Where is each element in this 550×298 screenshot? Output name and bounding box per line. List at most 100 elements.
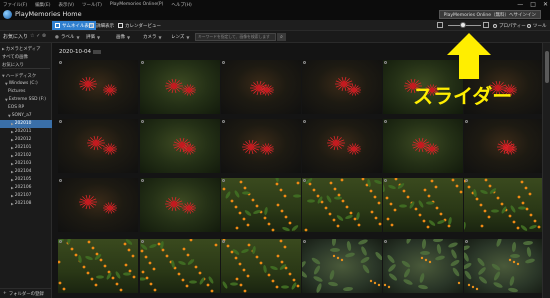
sidebar-item[interactable]: ▶ 202106: [0, 184, 52, 192]
sidebar-item[interactable]: ▶ 202011: [0, 128, 52, 136]
photo-thumbnail[interactable]: [140, 239, 220, 293]
expand-down-icon[interactable]: ▼: [8, 114, 11, 118]
large-thumbnail-icon[interactable]: [483, 22, 489, 28]
expand-right-icon[interactable]: ▶: [11, 146, 14, 150]
photo-thumbnail[interactable]: [221, 119, 301, 173]
select-checkbox[interactable]: [222, 179, 225, 182]
select-checkbox[interactable]: [465, 179, 468, 182]
sidebar-item[interactable]: ▶ 202012: [0, 136, 52, 144]
expand-down-icon[interactable]: ▼: [5, 82, 8, 86]
expand-right-icon[interactable]: ▶: [11, 178, 14, 182]
select-checkbox[interactable]: [303, 61, 306, 64]
sidebar-item[interactable]: ▼ SONY_a7: [0, 112, 52, 120]
expand-right-icon[interactable]: ▶: [11, 122, 14, 126]
minimize-icon[interactable]: —: [517, 1, 523, 8]
photo-thumbnail[interactable]: [302, 178, 382, 232]
expand-right-icon[interactable]: ▶: [11, 154, 14, 158]
expand-right-icon[interactable]: ▶: [11, 162, 14, 166]
sidebar-item[interactable]: ▶ 202104: [0, 168, 52, 176]
photo-thumbnail[interactable]: [58, 60, 138, 114]
select-checkbox[interactable]: [465, 240, 468, 243]
menu-item[interactable]: ツール(T): [82, 2, 102, 8]
slider-handle[interactable]: [460, 22, 466, 28]
photo-thumbnail[interactable]: [464, 178, 544, 232]
photo-thumbnail[interactable]: [58, 239, 138, 293]
menu-item[interactable]: PlayMemories Online(P): [110, 2, 164, 7]
expand-right-icon[interactable]: ▶: [11, 138, 14, 142]
menu-item[interactable]: ファイル(F): [3, 2, 27, 8]
photo-thumbnail[interactable]: [140, 119, 220, 173]
sidebar-item[interactable]: ▶ 202108: [0, 200, 52, 208]
close-icon[interactable]: ✕: [543, 1, 548, 8]
sidebar-item[interactable]: すべての画像: [0, 53, 52, 61]
search-icon[interactable]: ⌕: [277, 33, 286, 41]
photo-thumbnail[interactable]: [464, 119, 544, 173]
select-checkbox[interactable]: [384, 120, 387, 123]
sidebar-item[interactable]: ▶ 202103: [0, 160, 52, 168]
maximize-icon[interactable]: □: [530, 1, 536, 8]
filter-dropdown[interactable]: ● ラベル ▼: [55, 33, 80, 41]
sidebar-item[interactable]: Pictures: [0, 88, 52, 96]
select-checkbox[interactable]: [303, 179, 306, 182]
select-checkbox[interactable]: [222, 61, 225, 64]
select-checkbox[interactable]: [59, 179, 62, 182]
photo-thumbnail[interactable]: [383, 239, 463, 293]
select-checkbox[interactable]: [384, 240, 387, 243]
filter-dropdown[interactable]: レンズ ▼: [171, 33, 190, 41]
sidebar-item[interactable]: ▼ ハードディスク: [0, 72, 52, 80]
filter-dropdown[interactable]: 評価 ▼: [86, 33, 100, 41]
photo-thumbnail[interactable]: [221, 239, 301, 293]
photo-thumbnail[interactable]: [140, 178, 220, 232]
select-checkbox[interactable]: [303, 120, 306, 123]
expand-down-icon[interactable]: ▼: [5, 98, 8, 102]
expand-right-icon[interactable]: ▶: [2, 47, 5, 51]
sidebar-item[interactable]: ▼ Extreme SSD (F:): [0, 96, 52, 104]
expand-right-icon[interactable]: ▶: [11, 186, 14, 190]
select-checkbox[interactable]: [141, 240, 144, 243]
sidebar-item[interactable]: ▶ 202105: [0, 176, 52, 184]
list-mode-icon[interactable]: [437, 22, 443, 28]
expand-right-icon[interactable]: ▶: [11, 194, 14, 198]
playmemories-online-signin-button[interactable]: PlayMemories Online（無料）へサインイン: [438, 10, 541, 19]
photo-thumbnail[interactable]: [302, 119, 382, 173]
sidebar-item[interactable]: ▼ Windows (C:): [0, 80, 52, 88]
photo-thumbnail[interactable]: [302, 60, 382, 114]
photo-thumbnail[interactable]: [383, 119, 463, 173]
sidebar-item[interactable]: ▶ 202102: [0, 152, 52, 160]
search-input[interactable]: キーワードを指定して、画像を検索します: [195, 33, 276, 41]
photo-thumbnail[interactable]: [464, 239, 544, 293]
expand-right-icon[interactable]: ▶: [11, 130, 14, 134]
photo-thumbnail[interactable]: [58, 119, 138, 173]
scrollbar-thumb[interactable]: [545, 51, 549, 83]
vertical-scrollbar[interactable]: [542, 43, 550, 298]
calendar-view-button[interactable]: カレンダービュー: [115, 21, 164, 30]
properties-button[interactable]: プロパティー: [493, 21, 526, 30]
select-checkbox[interactable]: [222, 120, 225, 123]
select-checkbox[interactable]: [384, 179, 387, 182]
select-checkbox[interactable]: [303, 240, 306, 243]
sidebar-item[interactable]: ▶ カメラとメディア: [0, 45, 52, 53]
select-checkbox[interactable]: [59, 120, 62, 123]
filter-dropdown[interactable]: 画像 ▼: [116, 33, 130, 41]
select-checkbox[interactable]: [141, 61, 144, 64]
photo-thumbnail[interactable]: [383, 178, 463, 232]
sidebar-item[interactable]: ▶ 202107: [0, 192, 52, 200]
sidebar-item[interactable]: ▶ 202101: [0, 144, 52, 152]
select-checkbox[interactable]: [465, 120, 468, 123]
photo-thumbnail[interactable]: [302, 239, 382, 293]
photo-thumbnail[interactable]: [140, 60, 220, 114]
detail-view-button[interactable]: 詳細表示: [86, 21, 117, 30]
expand-right-icon[interactable]: ▶: [11, 202, 14, 206]
select-checkbox[interactable]: [384, 61, 387, 64]
select-checkbox[interactable]: [59, 240, 62, 243]
photo-thumbnail[interactable]: [221, 178, 301, 232]
select-checkbox[interactable]: [222, 240, 225, 243]
favorite-toggle-icons[interactable]: ☆ ✓ ⊗: [30, 33, 46, 39]
select-checkbox[interactable]: [59, 61, 62, 64]
tools-button[interactable]: ツール: [527, 21, 547, 30]
sidebar-item[interactable]: EOS RP: [0, 104, 52, 112]
expand-down-icon[interactable]: ▼: [2, 74, 5, 78]
menu-item[interactable]: ヘルプ(H): [171, 2, 191, 8]
photo-thumbnail[interactable]: [58, 178, 138, 232]
menu-item[interactable]: 編集(E): [35, 2, 50, 8]
